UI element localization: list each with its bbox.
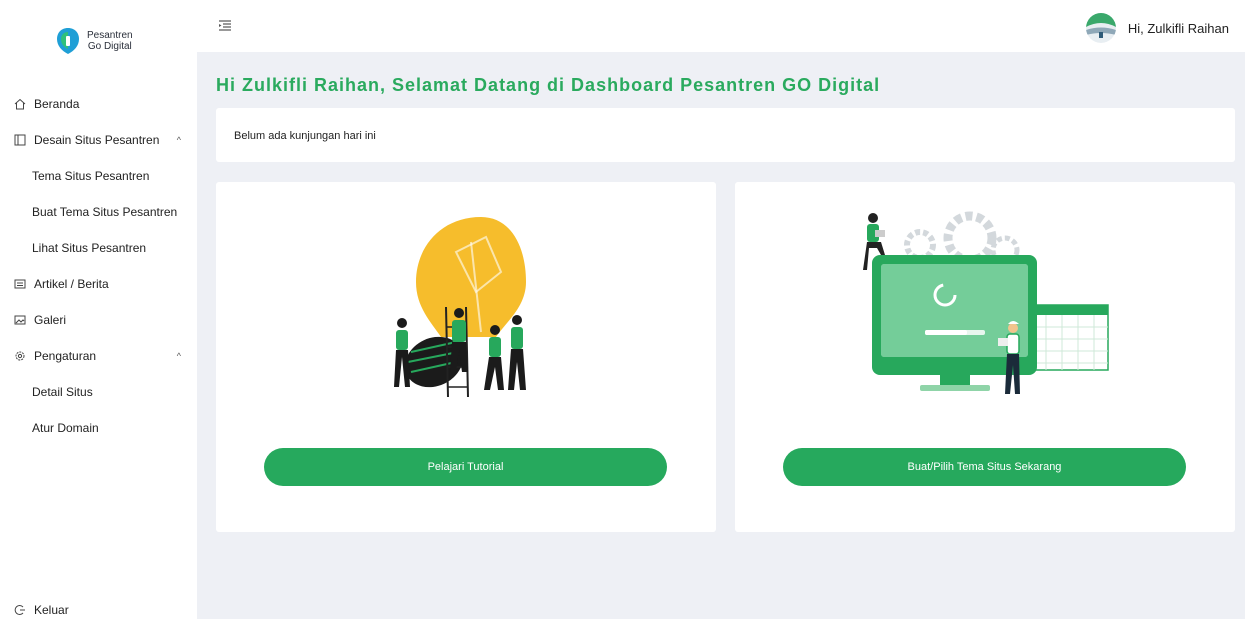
lightbulb-illustration: [394, 217, 526, 398]
create-theme-button[interactable]: Buat/Pilih Tema Situs Sekarang: [783, 448, 1186, 486]
top-header: Hi, Zulkifli Raihan: [197, 0, 1245, 52]
visit-notice-text: Belum ada kunjungan hari ini: [234, 130, 376, 142]
layout-icon: [14, 134, 26, 146]
home-icon: [14, 98, 26, 110]
sidebar-item-label: Detail Situs: [32, 385, 93, 399]
sidebar-item-label: Galeri: [34, 313, 67, 327]
image-icon: [14, 314, 26, 326]
sidebar-item-artikel[interactable]: Artikel / Berita: [0, 266, 197, 302]
sidebar: Pesantren Go Digital Beranda Desain Situ…: [0, 0, 197, 619]
sidebar-item-label: Atur Domain: [32, 421, 99, 435]
sidebar-item-tema-situs[interactable]: Tema Situs Pesantren: [0, 158, 197, 194]
chevron-up-icon: ^: [176, 135, 181, 145]
sidebar-nav: Beranda Desain Situs Pesantren ^ Tema Si…: [0, 86, 197, 446]
chevron-up-icon: ^: [176, 351, 181, 361]
logout-button[interactable]: Keluar: [14, 603, 69, 617]
sidebar-item-detail-situs[interactable]: Detail Situs: [0, 374, 197, 410]
brand-line-2: Go Digital: [87, 41, 132, 52]
visit-notice: Belum ada kunjungan hari ini: [216, 108, 1235, 162]
menu-toggle-icon[interactable]: [218, 19, 232, 33]
sidebar-item-lihat-situs[interactable]: Lihat Situs Pesantren: [0, 230, 197, 266]
sidebar-item-label: Buat Tema Situs Pesantren: [32, 205, 178, 219]
brand-logo-icon: [57, 28, 79, 54]
brand-line-1: Pesantren: [87, 30, 133, 41]
gear-icon: [14, 350, 26, 362]
sidebar-item-beranda[interactable]: Beranda: [0, 86, 197, 122]
sidebar-item-pengaturan[interactable]: Pengaturan ^: [0, 338, 197, 374]
brand-logo[interactable]: Pesantren Go Digital: [55, 27, 133, 55]
sidebar-item-buat-tema[interactable]: Buat Tema Situs Pesantren: [0, 194, 197, 230]
page-title: Hi Zulkifli Raihan, Selamat Datang di Da…: [216, 75, 881, 95]
sidebar-item-label: Desain Situs Pesantren: [34, 133, 160, 147]
logout-label: Keluar: [34, 603, 69, 617]
newspaper-icon: [14, 278, 26, 290]
avatar: [1085, 13, 1116, 43]
sidebar-item-label: Pengaturan: [34, 349, 97, 363]
sidebar-item-label: Tema Situs Pesantren: [32, 169, 150, 183]
sidebar-item-label: Beranda: [34, 97, 80, 111]
website-setup-illustration: [863, 211, 1109, 394]
sidebar-item-atur-domain[interactable]: Atur Domain: [0, 410, 197, 446]
tutorial-card: Pelajari Tutorial: [216, 182, 716, 532]
sidebar-item-desain-situs[interactable]: Desain Situs Pesantren ^: [0, 122, 197, 158]
sidebar-item-label: Artikel / Berita: [34, 277, 109, 291]
theme-card: Buat/Pilih Tema Situs Sekarang: [735, 182, 1235, 532]
user-menu[interactable]: Hi, Zulkifli Raihan: [1085, 13, 1229, 43]
tutorial-button[interactable]: Pelajari Tutorial: [264, 448, 667, 486]
logout-icon: [14, 604, 26, 616]
sidebar-item-label: Lihat Situs Pesantren: [32, 241, 147, 255]
user-greeting: Hi, Zulkifli Raihan: [1127, 20, 1229, 36]
sidebar-item-galeri[interactable]: Galeri: [0, 302, 197, 338]
